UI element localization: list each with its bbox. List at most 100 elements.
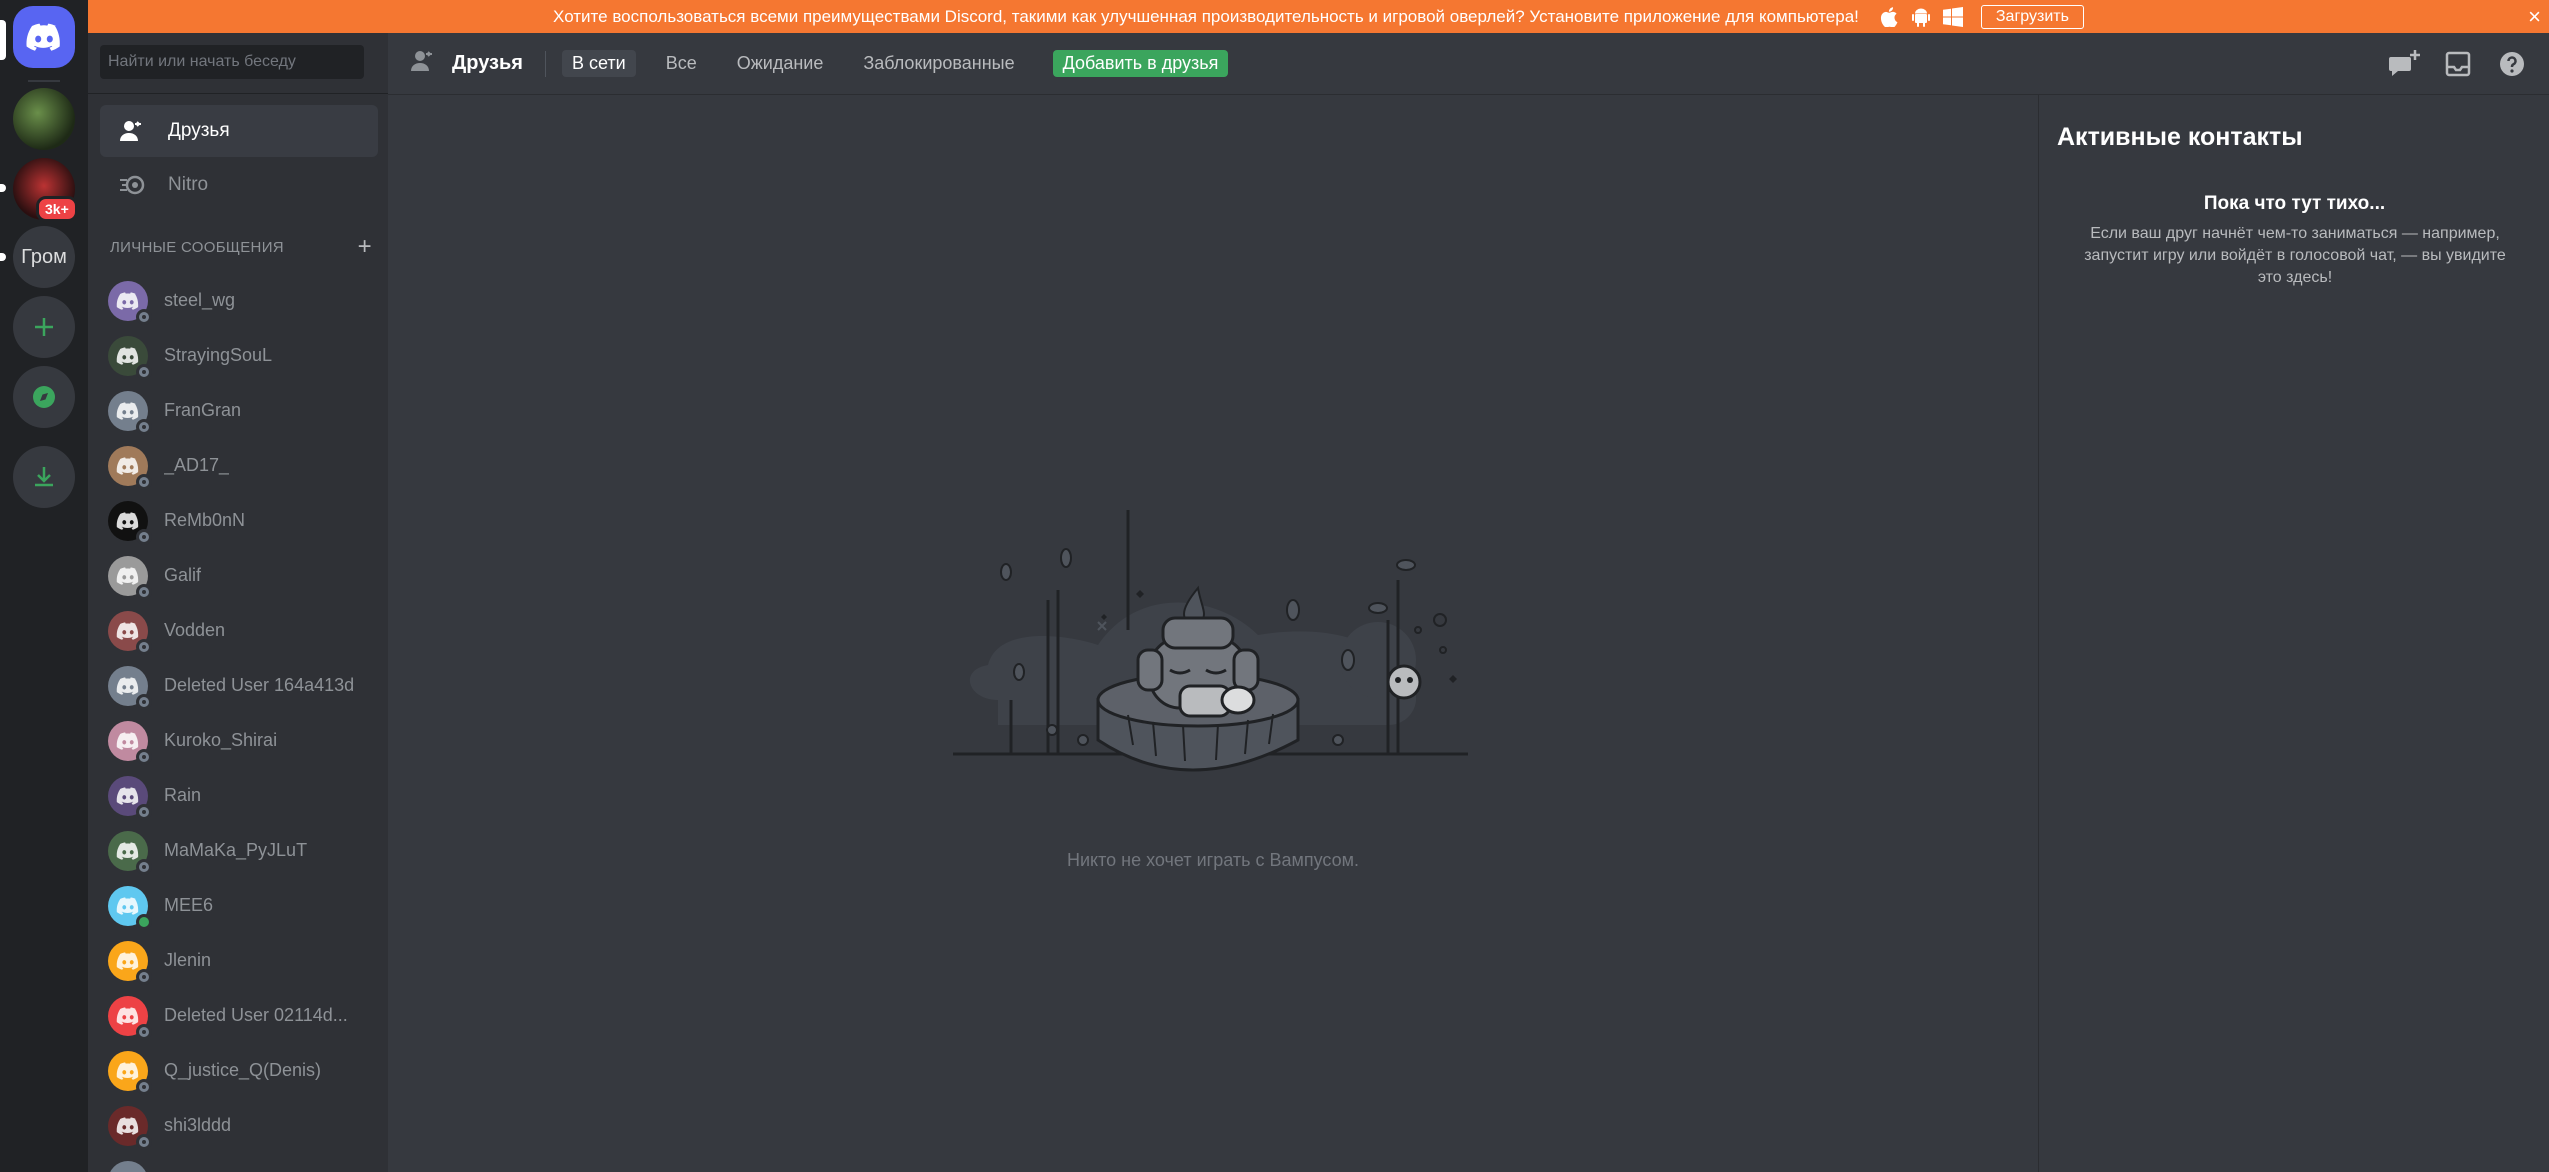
dm-sidebar: Найти или начать беседу Друзья Nitro ЛИЧ…	[88, 33, 388, 1172]
dm-username: MEE6	[164, 895, 214, 915]
header-toolbar	[2387, 47, 2549, 81]
offline-status-icon	[136, 693, 152, 710]
dm-list: steel_wg StrayingSouL FranGran _AD17_ ReMb0n…	[100, 273, 378, 1172]
dm-list-item[interactable]: steel_wg	[100, 273, 378, 328]
download-apps-button[interactable]	[13, 446, 75, 508]
dm-list-item[interactable]: Galif	[100, 548, 378, 603]
mention-badge: 3k+	[36, 196, 78, 222]
dm-list-item[interactable]: Rain	[100, 768, 378, 823]
dm-username: Deleted User 164a413d	[164, 675, 355, 695]
sidebar-item-friends[interactable]: Друзья	[100, 105, 378, 157]
plus-icon	[35, 318, 53, 336]
unread-pill	[0, 184, 6, 192]
download-button[interactable]: Загрузить	[1980, 4, 2084, 29]
download-app-banner: Хотите воспользоваться всеми преимуществ…	[88, 0, 2549, 33]
avatar	[108, 940, 152, 985]
help-icon[interactable]	[2495, 47, 2529, 81]
rail-separator	[28, 80, 60, 82]
dm-username: Kuroko_Shirai	[164, 730, 278, 750]
wumpus-sleeping-illustration	[953, 510, 1468, 772]
dm-list-item[interactable]: Kuroko_Shirai	[100, 713, 378, 768]
active-now-subtitle: Пока что тут тихо...	[2203, 193, 2386, 214]
active-now-body: Если ваш друг начнёт чем-то заниматься —…	[2084, 225, 2506, 286]
offline-status-icon	[136, 968, 152, 985]
create-dm-plus-icon[interactable]: +	[358, 235, 372, 259]
dm-username: Q_justice_Q(Denis)	[164, 1060, 322, 1080]
dm-list-item[interactable]: Jlenin	[100, 933, 378, 988]
dm-username: Galif	[164, 565, 202, 585]
home-selected-pill	[0, 20, 6, 60]
avatar	[108, 775, 152, 820]
inbox-icon[interactable]	[2441, 47, 2475, 81]
add-friend-button[interactable]: Добавить в друзья	[1052, 50, 1229, 77]
dm-username: steel_wg	[164, 290, 236, 310]
search-input[interactable]: Найти или начать беседу	[100, 45, 364, 79]
tab-online[interactable]: В сети	[561, 50, 636, 77]
tab-all[interactable]: Все	[656, 50, 707, 77]
dm-list-item[interactable]: StrayingSouL	[100, 328, 378, 383]
offline-status-icon	[136, 363, 152, 380]
offline-status-icon	[136, 748, 152, 765]
offline-status-icon	[136, 638, 152, 655]
avatar	[108, 885, 152, 930]
avatar	[108, 280, 152, 325]
banner-text: Хотите воспользоваться всеми преимуществ…	[553, 6, 1859, 26]
new-group-dm-icon[interactable]	[2387, 47, 2421, 81]
windows-icon	[1942, 6, 1964, 28]
dm-list-item[interactable]: ReMb0nN	[100, 493, 378, 548]
offline-status-icon	[136, 583, 152, 600]
offline-status-icon	[136, 1078, 152, 1095]
page-title-text: Друзья	[452, 52, 523, 74]
tab-pending[interactable]: Ожидание	[727, 50, 834, 77]
server-icon-text[interactable]: Гром	[13, 226, 75, 288]
dm-header-label: ЛИЧНЫЕ СООБЩЕНИЯ	[110, 238, 284, 256]
dm-list-item[interactable]: MaMaKa_PyJLuT	[100, 823, 378, 878]
dm-list-item[interactable]: shi3lddd	[100, 1098, 378, 1153]
online-status-icon	[136, 913, 152, 930]
dm-username: MaMaKa_PyJLuT	[164, 840, 308, 860]
dm-section-header: ЛИЧНЫЕ СООБЩЕНИЯ +	[110, 235, 372, 259]
dm-list-item[interactable]: FranGran	[100, 383, 378, 438]
avatar	[108, 1160, 148, 1172]
dm-list-item[interactable]: _AD17_	[100, 438, 378, 493]
tab-blocked[interactable]: Заблокированные	[853, 50, 1024, 77]
avatar	[108, 665, 152, 710]
dm-list-item[interactable]: MEE6	[100, 878, 378, 933]
active-now-title: Активные контакты	[2057, 123, 2303, 151]
dm-list-item[interactable]: Q_justice_Q(Denis)	[100, 1043, 378, 1098]
home-button[interactable]	[13, 6, 75, 68]
discord-logo-icon	[26, 23, 60, 51]
download-icon	[35, 467, 53, 487]
avatar	[108, 720, 152, 765]
offline-status-icon	[136, 1023, 152, 1040]
avatar	[108, 610, 152, 655]
friends-icon	[410, 49, 438, 79]
dm-list-item[interactable]: Vodden	[100, 603, 378, 658]
discord-app: 3k+ Гром Хотите воспользоваться всеми пр…	[0, 0, 2549, 1172]
dm-username: Rain	[164, 785, 202, 805]
sidebar-item-nitro[interactable]: Nitro	[100, 159, 378, 211]
friends-header: Друзья В сети Все Ожидание Заблокированн…	[388, 33, 2549, 95]
dm-list-item[interactable]: Deleted User 164a413d	[100, 658, 378, 713]
offline-status-icon	[136, 473, 152, 490]
nitro-icon	[116, 168, 150, 202]
offline-status-icon	[136, 528, 152, 545]
explore-servers-button[interactable]	[13, 366, 75, 428]
dm-username: Vodden	[164, 620, 226, 640]
offline-status-icon	[136, 418, 152, 435]
server-icon[interactable]	[13, 88, 75, 150]
dm-username: _AD17_	[164, 455, 230, 475]
dm-list-item[interactable]: Deleted User 02114d...	[100, 988, 378, 1043]
add-server-button[interactable]	[13, 296, 75, 358]
empty-state-message: Никто не хочет играть с Вампусом.	[1067, 850, 1359, 870]
header-divider	[544, 50, 546, 77]
friends-icon	[116, 114, 150, 148]
close-banner-icon[interactable]: ×	[2528, 4, 2541, 30]
sidebar-item-label: Друзья	[168, 120, 230, 141]
dm-username: Deleted User 02114d...	[164, 1005, 348, 1025]
compass-icon	[33, 386, 55, 408]
dm-username: shi3lddd	[164, 1115, 232, 1135]
dm-list-item[interactable]: FROST	[100, 1153, 378, 1172]
online-friends-empty-state: Никто не хочет играть с Вампусом.	[388, 95, 2038, 1172]
server-rail: 3k+ Гром	[0, 0, 88, 1172]
